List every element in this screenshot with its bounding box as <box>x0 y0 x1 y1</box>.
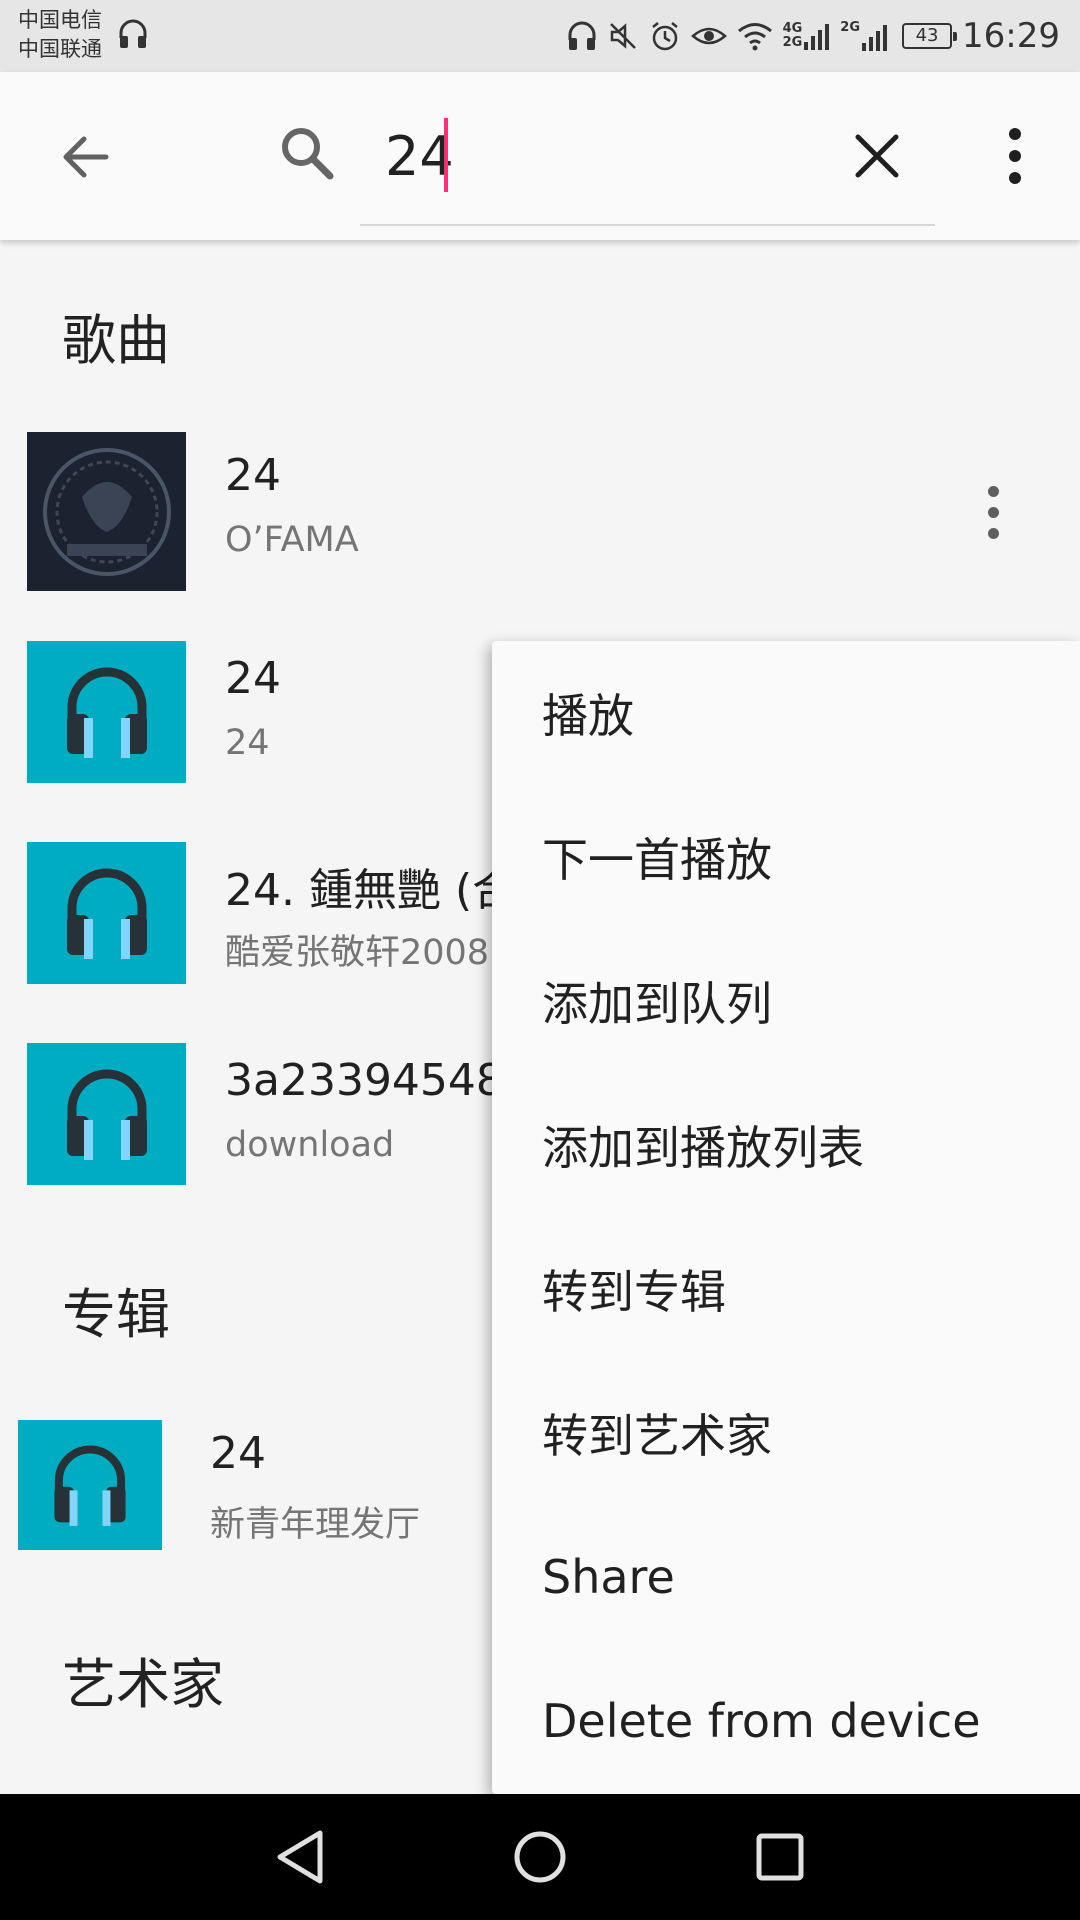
song-row[interactable]: 24 O’FAMA <box>0 432 1080 592</box>
song-title: 24 <box>225 450 281 501</box>
clear-search-button[interactable] <box>845 124 909 188</box>
song-artist: download <box>225 1125 395 1165</box>
album-art <box>27 432 186 591</box>
song-more-button[interactable] <box>970 477 1016 547</box>
headphones-icon <box>27 641 186 783</box>
back-button[interactable] <box>50 122 120 192</box>
carrier-2: 中国联通 <box>18 37 102 61</box>
song-artist: O’FAMA <box>225 520 359 560</box>
menu-item-play[interactable]: 播放 <box>492 641 1080 785</box>
headphone-icon <box>567 20 597 52</box>
album-title: 24 <box>210 1428 266 1479</box>
section-header-songs: 歌曲 <box>62 309 170 372</box>
headphone-icon <box>118 18 148 54</box>
signal-icon: 4G 2G <box>783 22 831 50</box>
wifi-icon <box>737 21 773 51</box>
text-cursor <box>444 118 448 192</box>
navigation-bar <box>0 1794 1080 1920</box>
status-bar: 中国电信 中国联通 4G 2G 2G 43 16:29 <box>0 0 1080 72</box>
signal-icon: 2G <box>840 21 892 51</box>
search-toolbar <box>0 72 1080 240</box>
nav-back-button[interactable] <box>265 1822 335 1892</box>
nav-recents-button[interactable] <box>745 1822 815 1892</box>
clock: 16:29 <box>962 16 1060 56</box>
carrier-labels: 中国电信 中国联通 <box>18 6 102 64</box>
more-options-button[interactable] <box>990 120 1040 192</box>
context-menu: 播放 下一首播放 添加到队列 添加到播放列表 转到专辑 转到艺术家 Share … <box>492 641 1080 1794</box>
more-vert-icon <box>1009 128 1021 140</box>
search-icon <box>278 124 336 186</box>
album-artist: 新青年理发厅 <box>210 1505 421 1545</box>
menu-item-go-to-artist[interactable]: 转到艺术家 <box>492 1361 1080 1505</box>
search-input[interactable] <box>385 120 815 192</box>
headphones-icon <box>27 842 186 984</box>
menu-item-add-to-playlist[interactable]: 添加到播放列表 <box>492 1073 1080 1217</box>
section-header-artists: 艺术家 <box>62 1653 224 1716</box>
menu-item-go-to-album[interactable]: 转到专辑 <box>492 1217 1080 1361</box>
song-title: 3a23394548 <box>225 1055 504 1106</box>
carrier-1: 中国电信 <box>18 8 102 32</box>
status-icons: 4G 2G 2G 43 16:29 <box>567 12 1060 60</box>
song-title: 24. 鍾無艷 (合 <box>225 865 517 916</box>
more-vert-icon <box>987 485 999 497</box>
search-underline <box>360 224 935 226</box>
mute-icon <box>607 20 639 52</box>
song-title: 24 <box>225 653 281 704</box>
section-header-albums: 专辑 <box>62 1283 170 1346</box>
headphones-icon <box>18 1420 162 1550</box>
battery-icon: 43 <box>902 23 958 49</box>
eye-icon <box>690 22 727 50</box>
triangle-back-icon <box>277 1830 323 1884</box>
alarm-icon <box>649 20 681 52</box>
menu-item-share[interactable]: Share <box>492 1505 1080 1649</box>
headphones-icon <box>27 1043 186 1185</box>
arrow-left-icon <box>63 136 109 178</box>
menu-item-delete[interactable]: Delete from device <box>492 1649 1080 1793</box>
song-artist: 酷爱张敬轩2008 <box>225 933 490 973</box>
circle-home-icon <box>514 1831 566 1883</box>
menu-item-play-next[interactable]: 下一首播放 <box>492 785 1080 929</box>
song-artist: 24 <box>225 723 270 763</box>
square-recents-icon <box>756 1833 804 1881</box>
menu-item-add-to-queue[interactable]: 添加到队列 <box>492 929 1080 1073</box>
nav-home-button[interactable] <box>505 1822 575 1892</box>
close-icon <box>855 134 899 178</box>
